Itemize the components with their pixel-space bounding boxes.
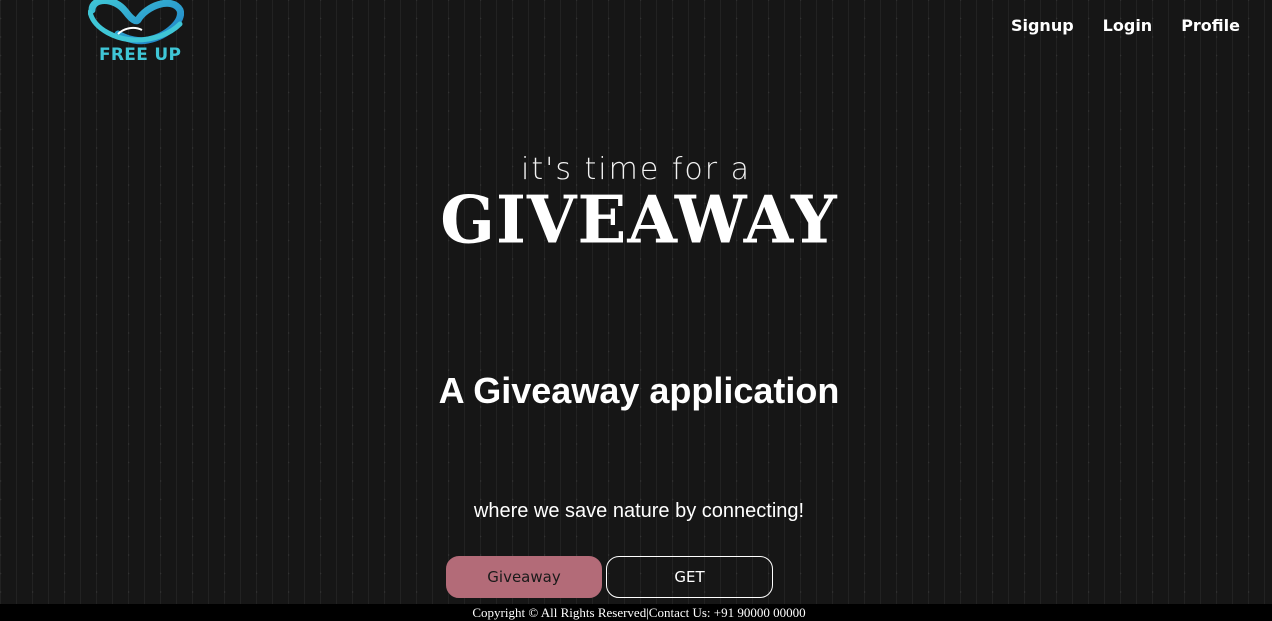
brand-name: FREE UP — [99, 45, 182, 65]
app-heading: A Giveaway application — [438, 370, 840, 411]
giveaway-button[interactable]: Giveaway — [446, 556, 602, 598]
app-subheading: where we save nature by connecting! — [473, 500, 805, 522]
nav-login-link[interactable]: Login — [1103, 16, 1153, 35]
hero-title: GIVEAWAY — [440, 182, 838, 259]
top-nav: Signup Login Profile — [1011, 16, 1240, 35]
nav-profile-link[interactable]: Profile — [1181, 16, 1240, 35]
brand-logo[interactable]: FREE UP — [88, 0, 184, 66]
nav-signup-link[interactable]: Signup — [1011, 16, 1074, 35]
footer-copyright: Copyright © All Rights Reserved|Contact … — [0, 604, 1272, 621]
get-button[interactable]: GET — [606, 556, 773, 598]
heart-hands-logo-icon — [88, 0, 184, 45]
